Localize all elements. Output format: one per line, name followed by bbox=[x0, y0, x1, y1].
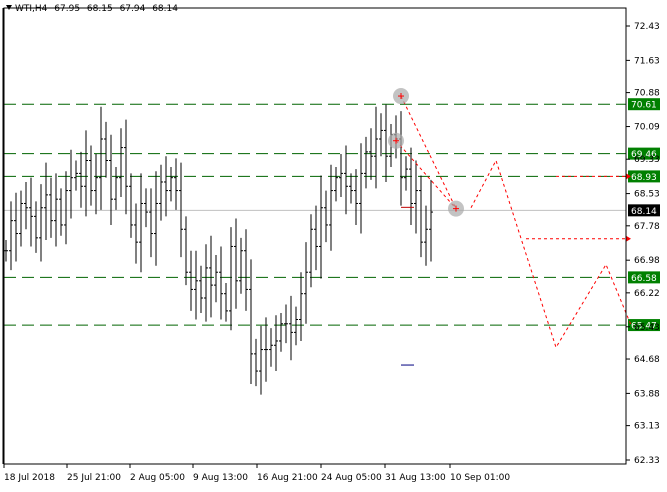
symbol-timeframe: WTI,H4 bbox=[15, 4, 48, 14]
y-tick-label: 68.53 bbox=[634, 190, 660, 200]
price-chart[interactable]: 70.61 69.46 68.93 66.58 65.47 68.14 72.43 71.… bbox=[0, 0, 667, 488]
ohlc-high: 68.15 bbox=[86, 4, 113, 14]
current-price-label: 68.14 bbox=[631, 207, 657, 217]
x-tick-label: 24 Aug 05:00 bbox=[321, 473, 382, 483]
trend-line bbox=[400, 95, 457, 209]
chart-header: WTI,H4 67.95 68.15 67.94 68.14 bbox=[6, 4, 182, 14]
x-tick-label: 9 Aug 13:00 bbox=[193, 473, 248, 483]
y-tick-label: 65.43 bbox=[634, 323, 660, 333]
forecast-path bbox=[470, 159, 632, 349]
y-tick-label: 70.09 bbox=[634, 123, 660, 133]
x-tick-label: 25 Jul 21:00 bbox=[67, 473, 121, 483]
y-tick-label: 62.33 bbox=[634, 456, 660, 466]
chart-canvas[interactable]: 70.6169.4668.9366.5865.47 68.14 72.4371.… bbox=[0, 0, 667, 488]
level-label: 66.58 bbox=[631, 274, 657, 284]
dropdown-triangle-icon[interactable] bbox=[6, 5, 12, 10]
y-tick-label: 69.33 bbox=[634, 155, 660, 165]
x-tick-label: 2 Aug 05:00 bbox=[130, 473, 185, 483]
plot-frame bbox=[3, 7, 627, 465]
y-tick-label: 71.63 bbox=[634, 56, 660, 66]
x-tick-label: 18 Jul 2018 bbox=[4, 473, 55, 483]
x-tick-label: 10 Sep 01:00 bbox=[450, 473, 510, 483]
trend-line-secondary bbox=[395, 140, 457, 209]
y-tick-label: 64.68 bbox=[634, 355, 660, 365]
ohlc-close: 68.14 bbox=[152, 4, 178, 14]
level-label: 70.61 bbox=[631, 101, 657, 111]
y-tick-label: 70.88 bbox=[634, 89, 660, 99]
y-tick-label: 72.43 bbox=[634, 22, 660, 32]
y-tick-label: 63.88 bbox=[634, 389, 660, 399]
arrow-head-icon bbox=[626, 235, 631, 242]
y-tick-label: 66.22 bbox=[634, 289, 660, 299]
ohlc-open: 67.95 bbox=[54, 4, 81, 14]
ohlc-low: 67.94 bbox=[119, 4, 146, 14]
x-tick-label: 31 Aug 13:00 bbox=[385, 473, 446, 483]
x-tick-label: 16 Aug 21:00 bbox=[257, 473, 318, 483]
y-tick-label: 63.13 bbox=[634, 422, 660, 432]
level-label: 68.93 bbox=[631, 173, 657, 183]
y-tick-label: 66.98 bbox=[634, 256, 660, 266]
y-tick-label: 67.78 bbox=[634, 222, 660, 232]
